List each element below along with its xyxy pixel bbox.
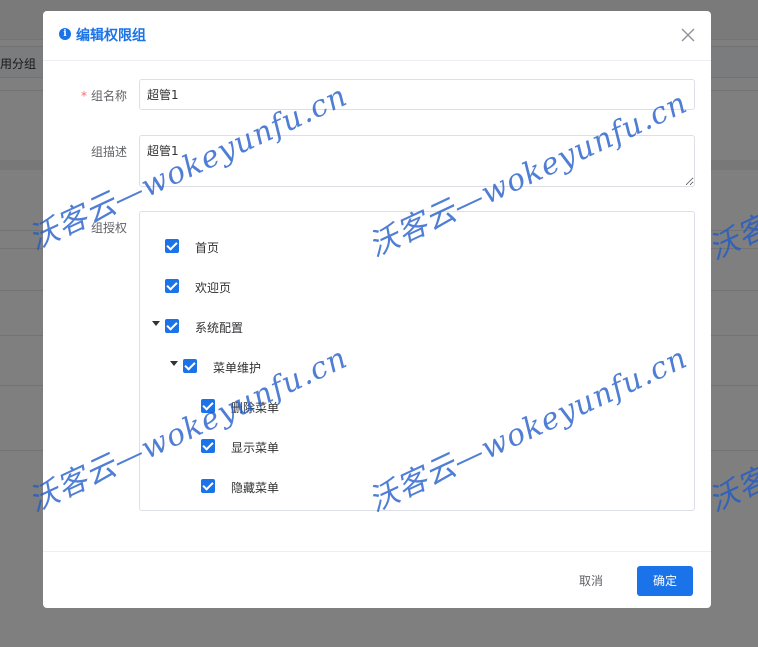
dialog-header: i 编辑权限组 (43, 11, 711, 61)
checkbox-checked[interactable] (201, 399, 215, 413)
edit-permission-group-dialog: i 编辑权限组 *组名称 组描述 超管1 组授权 首页 欢迎页 系统配置 菜单维… (43, 11, 711, 608)
checkbox-checked[interactable] (201, 479, 215, 493)
tree-node-label: 系统配置 (195, 321, 244, 335)
group-name-label-text: 组名称 (90, 89, 127, 103)
close-icon[interactable] (680, 27, 696, 43)
checkbox-checked[interactable] (183, 359, 197, 373)
tree-node-label: 欢迎页 (195, 281, 232, 295)
cancel-button[interactable]: 取消 (565, 566, 617, 596)
tree-node-label: 显示菜单 (231, 441, 280, 455)
group-name-input[interactable] (139, 79, 695, 110)
tree-node-label: 首页 (195, 241, 220, 255)
caret-down-icon[interactable] (170, 361, 178, 366)
caret-down-icon[interactable] (152, 321, 160, 326)
group-desc-label: 组描述 (90, 145, 127, 159)
checkbox-checked[interactable] (201, 439, 215, 453)
tree-node-label: 删除菜单 (231, 401, 280, 415)
checkbox-checked[interactable] (165, 279, 179, 293)
info-icon: i (59, 28, 71, 40)
dialog-footer: 取消 确定 (43, 551, 711, 608)
confirm-button[interactable]: 确定 (637, 566, 693, 596)
permission-tree: 首页 欢迎页 系统配置 菜单维护 删除菜单 显示菜单 隐藏菜单 (139, 211, 695, 511)
group-name-label: * 组名称 (79, 87, 127, 104)
dialog-title: 编辑权限组 (76, 28, 146, 44)
required-mark: * (80, 89, 87, 103)
tree-node-label: 隐藏菜单 (231, 481, 280, 495)
checkbox-checked[interactable] (165, 319, 179, 333)
checkbox-checked[interactable] (165, 239, 179, 253)
tree-node-label: 菜单维护 (213, 361, 262, 375)
group-desc-textarea[interactable]: 超管1 (139, 135, 695, 187)
group-auth-label: 组授权 (90, 221, 127, 235)
